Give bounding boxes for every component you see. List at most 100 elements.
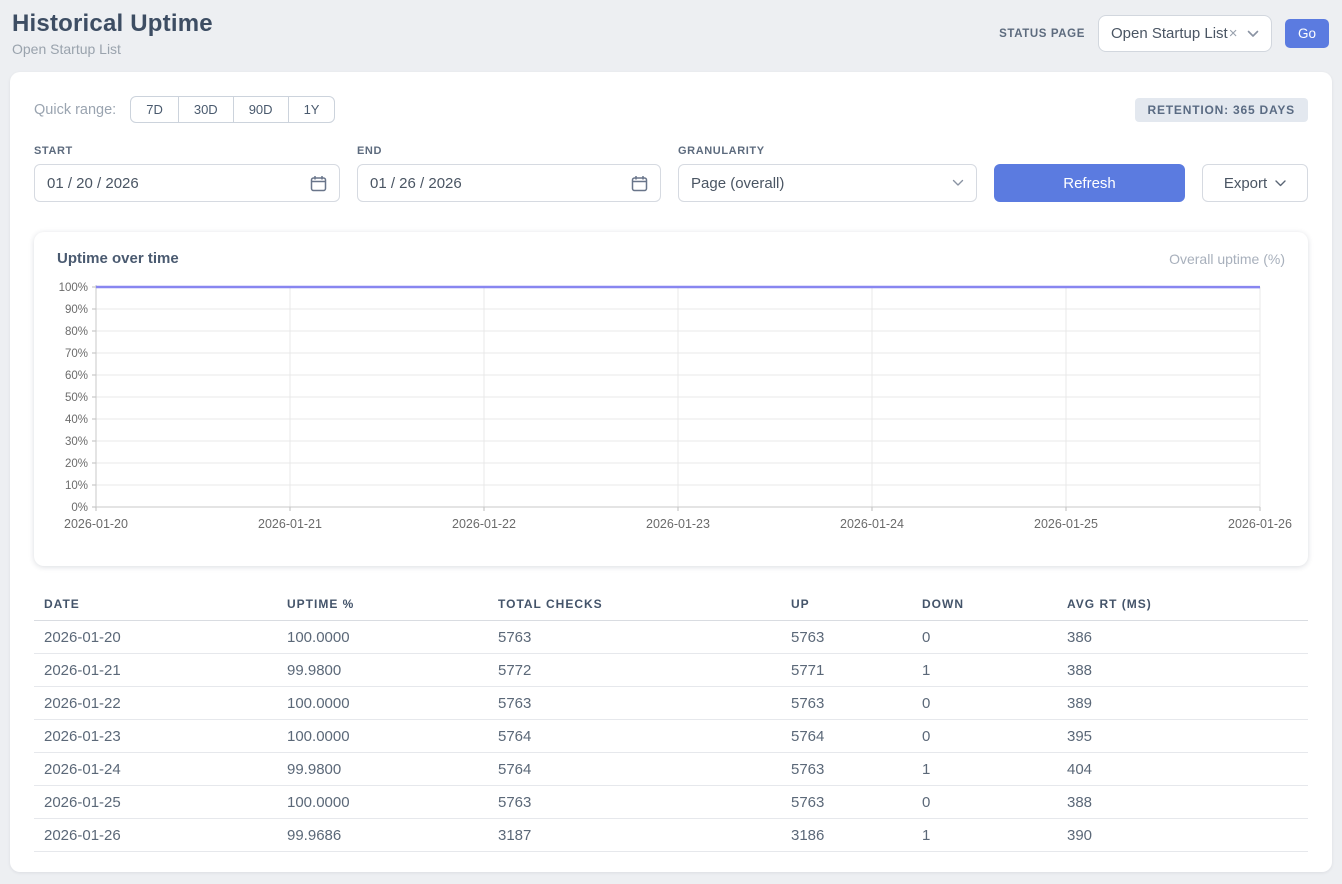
- quick-range-30d[interactable]: 30D: [178, 96, 234, 123]
- uptime-table: DATEUPTIME %TOTAL CHECKSUPDOWNAVG RT (MS…: [34, 592, 1308, 852]
- cell-date: 2026-01-20: [34, 621, 277, 654]
- y-tick-label: 50%: [65, 392, 88, 404]
- quick-range-label: Quick range:: [34, 102, 116, 118]
- table-row: 2026-01-2199.9800577257711388: [34, 654, 1308, 687]
- table-body: 2026-01-20100.00005763576303862026-01-21…: [34, 621, 1308, 852]
- x-tick-label: 2026-01-25: [1034, 517, 1098, 531]
- chart-title: Uptime over time: [57, 250, 179, 267]
- granularity-field: GRANULARITY Page (overall): [678, 145, 977, 202]
- column-header: UPTIME %: [277, 592, 488, 621]
- y-tick-label: 20%: [65, 458, 88, 470]
- cell-down: 1: [912, 819, 1057, 852]
- cell-uptime: 99.9686: [277, 819, 488, 852]
- calendar-icon[interactable]: [310, 175, 327, 192]
- page-header: Historical Uptime Open Startup List STAT…: [0, 0, 1342, 72]
- cell-up: 5763: [781, 753, 912, 786]
- cell-uptime: 100.0000: [277, 786, 488, 819]
- end-date-input[interactable]: 01 / 26 / 2026: [357, 164, 661, 202]
- cell-date: 2026-01-22: [34, 687, 277, 720]
- filters-row: START 01 / 20 / 2026 END 01 / 26 / 2026 …: [34, 145, 1308, 202]
- cell-date: 2026-01-26: [34, 819, 277, 852]
- cell-avg-rt: 388: [1057, 786, 1308, 819]
- column-header: DOWN: [912, 592, 1057, 621]
- table-row: 2026-01-25100.0000576357630388: [34, 786, 1308, 819]
- y-tick-label: 30%: [65, 436, 88, 448]
- y-tick-label: 60%: [65, 370, 88, 382]
- retention-badge: RETENTION: 365 DAYS: [1135, 98, 1308, 122]
- end-date-field: END 01 / 26 / 2026: [357, 145, 661, 202]
- cell-avg-rt: 388: [1057, 654, 1308, 687]
- uptime-chart-svg[interactable]: 0%10%20%30%40%50%60%70%80%90%100%2026-01…: [52, 279, 1297, 531]
- cell-uptime: 99.9800: [277, 753, 488, 786]
- granularity-label: GRANULARITY: [678, 145, 977, 157]
- chart-legend: Overall uptime (%): [1169, 251, 1285, 267]
- table-row: 2026-01-22100.0000576357630389: [34, 687, 1308, 720]
- table-row: 2026-01-2499.9800576457631404: [34, 753, 1308, 786]
- cell-avg-rt: 395: [1057, 720, 1308, 753]
- column-header: TOTAL CHECKS: [488, 592, 781, 621]
- cell-total-checks: 5763: [488, 621, 781, 654]
- cell-down: 0: [912, 621, 1057, 654]
- cell-date: 2026-01-21: [34, 654, 277, 687]
- column-header: UP: [781, 592, 912, 621]
- cell-total-checks: 3187: [488, 819, 781, 852]
- cell-uptime: 99.9800: [277, 654, 488, 687]
- export-button[interactable]: Export: [1202, 164, 1308, 202]
- clear-selection-icon[interactable]: ×: [1229, 25, 1238, 42]
- cell-down: 0: [912, 786, 1057, 819]
- cell-up: 5763: [781, 786, 912, 819]
- main-card: Quick range: 7D30D90D1Y RETENTION: 365 D…: [10, 72, 1332, 872]
- cell-down: 1: [912, 654, 1057, 687]
- status-page-selected-value: Open Startup List: [1111, 25, 1228, 42]
- cell-total-checks: 5764: [488, 720, 781, 753]
- granularity-select[interactable]: Page (overall): [678, 164, 977, 202]
- quick-range-7d[interactable]: 7D: [130, 96, 179, 123]
- quick-range-90d[interactable]: 90D: [233, 96, 289, 123]
- table-row: 2026-01-2699.9686318731861390: [34, 819, 1308, 852]
- cell-avg-rt: 404: [1057, 753, 1308, 786]
- y-tick-label: 100%: [59, 282, 88, 294]
- table-row: 2026-01-20100.0000576357630386: [34, 621, 1308, 654]
- y-tick-label: 90%: [65, 304, 88, 316]
- refresh-button[interactable]: Refresh: [994, 164, 1185, 202]
- x-tick-label: 2026-01-23: [646, 517, 710, 531]
- go-button[interactable]: Go: [1285, 19, 1329, 48]
- cell-total-checks: 5763: [488, 687, 781, 720]
- cell-avg-rt: 389: [1057, 687, 1308, 720]
- cell-up: 5763: [781, 621, 912, 654]
- column-header: AVG RT (MS): [1057, 592, 1308, 621]
- cell-up: 3186: [781, 819, 912, 852]
- start-date-field: START 01 / 20 / 2026: [34, 145, 340, 202]
- x-tick-label: 2026-01-22: [452, 517, 516, 531]
- quick-range-row: Quick range: 7D30D90D1Y RETENTION: 365 D…: [34, 96, 1308, 123]
- cell-up: 5763: [781, 687, 912, 720]
- start-date-value: 01 / 20 / 2026: [47, 175, 139, 192]
- cell-uptime: 100.0000: [277, 621, 488, 654]
- cell-down: 1: [912, 753, 1057, 786]
- calendar-icon[interactable]: [631, 175, 648, 192]
- export-button-label: Export: [1224, 175, 1267, 192]
- status-page-label: STATUS PAGE: [999, 28, 1085, 40]
- x-tick-label: 2026-01-24: [840, 517, 904, 531]
- start-date-label: START: [34, 145, 340, 157]
- chart-header: Uptime over time Overall uptime (%): [34, 250, 1308, 267]
- start-date-input[interactable]: 01 / 20 / 2026: [34, 164, 340, 202]
- uptime-chart-card: Uptime over time Overall uptime (%) 0%10…: [34, 232, 1308, 566]
- cell-uptime: 100.0000: [277, 687, 488, 720]
- chevron-down-icon: [1275, 180, 1286, 187]
- cell-up: 5771: [781, 654, 912, 687]
- cell-date: 2026-01-25: [34, 786, 277, 819]
- quick-range-group: 7D30D90D1Y: [130, 96, 335, 123]
- cell-avg-rt: 390: [1057, 819, 1308, 852]
- cell-total-checks: 5763: [488, 786, 781, 819]
- quick-range-1y[interactable]: 1Y: [288, 96, 336, 123]
- status-page-select[interactable]: Open Startup List ×: [1098, 15, 1272, 52]
- table-header: DATEUPTIME %TOTAL CHECKSUPDOWNAVG RT (MS…: [34, 592, 1308, 621]
- x-tick-label: 2026-01-20: [64, 517, 128, 531]
- chevron-down-icon: [952, 179, 964, 187]
- cell-down: 0: [912, 720, 1057, 753]
- x-tick-label: 2026-01-21: [258, 517, 322, 531]
- x-tick-label: 2026-01-26: [1228, 517, 1292, 531]
- y-tick-label: 40%: [65, 414, 88, 426]
- cell-date: 2026-01-24: [34, 753, 277, 786]
